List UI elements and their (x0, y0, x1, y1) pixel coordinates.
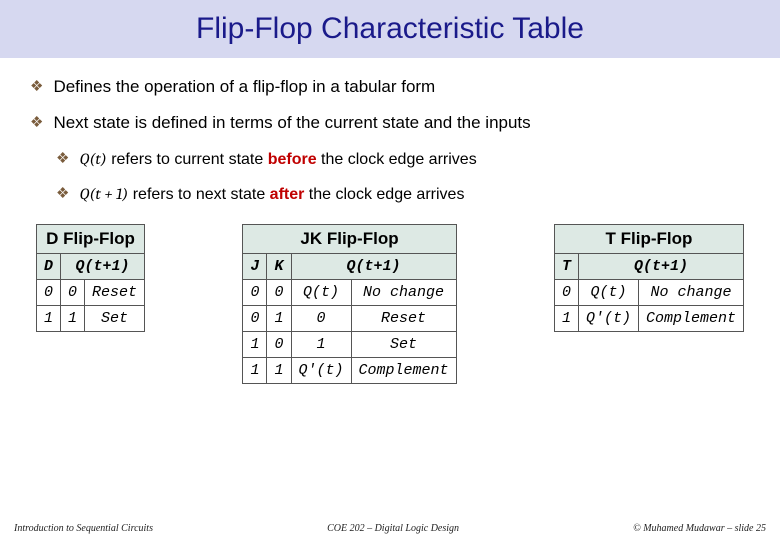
after-word: after (270, 186, 305, 203)
table-header-row: D Q(t+1) (37, 254, 145, 280)
table-row: 0 0 Reset (37, 280, 145, 306)
sub2-mid: refers to next state (128, 186, 269, 203)
t-r1c3: No change (638, 280, 743, 306)
table-row: 0 0 Q(t) No change (243, 280, 456, 306)
d-r2c2: 1 (61, 306, 85, 332)
t-r2c3: Complement (638, 306, 743, 332)
jk-r1c4: No change (351, 280, 456, 306)
d-table: D Q(t+1) 0 0 Reset 1 1 Set (36, 253, 145, 332)
table-header-row: T Q(t+1) (554, 254, 743, 280)
t-r1c1: 0 (554, 280, 578, 306)
d-r1c3: Reset (85, 280, 145, 306)
jk-r2c1: 0 (243, 306, 267, 332)
jk-r2c2: 1 (267, 306, 291, 332)
t-col-qt1: Q(t+1) (578, 254, 743, 280)
d-r2c1: 1 (37, 306, 61, 332)
d-r1c1: 0 (37, 280, 61, 306)
jk-col-j: J (243, 254, 267, 280)
jk-r4c1: 1 (243, 358, 267, 384)
d-r2c3: Set (85, 306, 145, 332)
t-r2c1: 1 (554, 306, 578, 332)
diamond-icon: ❖ (56, 148, 69, 170)
sub-bullet-2: ❖ Q(t + 1) refers to next state after th… (56, 183, 750, 206)
table-row: 0 Q(t) No change (554, 280, 743, 306)
jk-table-title: JK Flip-Flop (242, 224, 456, 253)
t-r2c2: Q'(t) (578, 306, 638, 332)
footer: Introduction to Sequential Circuits COE … (0, 523, 780, 534)
jk-col-k: K (267, 254, 291, 280)
diamond-icon: ❖ (56, 183, 69, 205)
jk-table: J K Q(t+1) 0 0 Q(t) No change 0 1 0 Rese… (242, 253, 456, 384)
footer-center: COE 202 – Digital Logic Design (327, 523, 459, 534)
t-table-title: T Flip-Flop (554, 224, 744, 253)
jk-r4c2: 1 (267, 358, 291, 384)
table-header-row: J K Q(t+1) (243, 254, 456, 280)
table-row: 1 1 Q'(t) Complement (243, 358, 456, 384)
tables-row: D Flip-Flop D Q(t+1) 0 0 Reset 1 1 Set (30, 224, 750, 384)
d-col-d: D (37, 254, 61, 280)
jk-r1c2: 0 (267, 280, 291, 306)
d-table-title: D Flip-Flop (36, 224, 145, 253)
bullet-2-text: Next state is defined in terms of the cu… (53, 112, 530, 134)
jk-r3c4: Set (351, 332, 456, 358)
sub1-end: the clock edge arrives (317, 151, 477, 168)
page-title: Flip-Flop Characteristic Table (196, 12, 584, 46)
bullet-1: ❖ Defines the operation of a flip-flop i… (30, 76, 750, 98)
math-qt: Q(t) (79, 150, 106, 168)
footer-left: Introduction to Sequential Circuits (14, 523, 153, 534)
t-flipflop-table: T Flip-Flop T Q(t+1) 0 Q(t) No change 1 … (554, 224, 744, 384)
table-row: 0 1 0 Reset (243, 306, 456, 332)
sub-bullet-1-text: Q(t) refers to current state before the … (79, 148, 476, 171)
diamond-icon: ❖ (30, 76, 43, 98)
table-row: 1 1 Set (37, 306, 145, 332)
jk-r3c1: 1 (243, 332, 267, 358)
sub2-end: the clock edge arrives (304, 186, 464, 203)
jk-r3c2: 0 (267, 332, 291, 358)
content-area: ❖ Defines the operation of a flip-flop i… (0, 58, 780, 384)
jk-flipflop-table: JK Flip-Flop J K Q(t+1) 0 0 Q(t) No chan… (242, 224, 456, 384)
jk-r2c4: Reset (351, 306, 456, 332)
sub-bullet-2-text: Q(t + 1) refers to next state after the … (79, 183, 464, 206)
t-col-t: T (554, 254, 578, 280)
bullet-2: ❖ Next state is defined in terms of the … (30, 112, 750, 134)
jk-r2c3: 0 (291, 306, 351, 332)
jk-r3c3: 1 (291, 332, 351, 358)
t-r1c2: Q(t) (578, 280, 638, 306)
bullet-1-text: Defines the operation of a flip-flop in … (53, 76, 435, 98)
table-row: 1 Q'(t) Complement (554, 306, 743, 332)
jk-r4c4: Complement (351, 358, 456, 384)
d-col-qt1: Q(t+1) (61, 254, 145, 280)
jk-r4c3: Q'(t) (291, 358, 351, 384)
d-flipflop-table: D Flip-Flop D Q(t+1) 0 0 Reset 1 1 Set (36, 224, 145, 384)
table-row: 1 0 1 Set (243, 332, 456, 358)
jk-r1c3: Q(t) (291, 280, 351, 306)
jk-r1c1: 0 (243, 280, 267, 306)
diamond-icon: ❖ (30, 112, 43, 134)
t-table: T Q(t+1) 0 Q(t) No change 1 Q'(t) Comple… (554, 253, 744, 332)
math-qt1: Q(t + 1) (79, 185, 128, 203)
d-r1c2: 0 (61, 280, 85, 306)
sub1-mid: refers to current state (107, 151, 268, 168)
jk-col-qt1: Q(t+1) (291, 254, 456, 280)
before-word: before (268, 151, 317, 168)
title-bar: Flip-Flop Characteristic Table (0, 0, 780, 58)
footer-right: © Muhamed Mudawar – slide 25 (633, 523, 766, 534)
sub-bullet-1: ❖ Q(t) refers to current state before th… (56, 148, 750, 171)
